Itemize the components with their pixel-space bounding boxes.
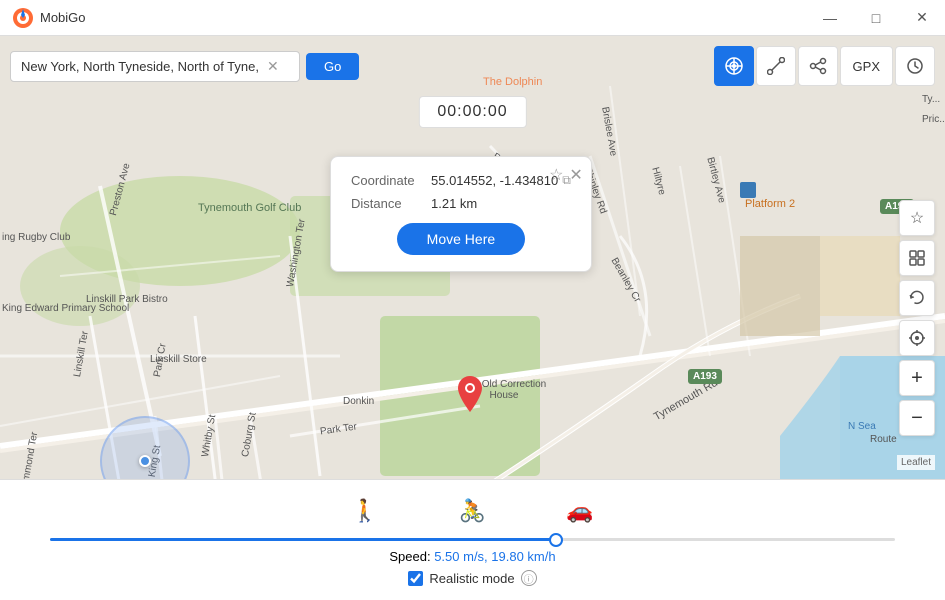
car-mode-button[interactable]: 🚗 [526, 494, 633, 528]
teleport-button[interactable] [714, 46, 754, 86]
maximize-button[interactable]: □ [853, 0, 899, 36]
realistic-mode-info-icon[interactable]: ⓘ [521, 570, 537, 586]
speed-label: Speed: [389, 549, 430, 564]
distance-row: Distance 1.21 km [351, 196, 571, 211]
a193-badge-1: A193 [688, 369, 722, 384]
star-control-button[interactable]: ☆ [899, 200, 935, 236]
popup-star-button[interactable]: ☆ [549, 165, 563, 185]
bike-mode-button[interactable]: 🚴 [419, 494, 526, 528]
realistic-mode-label: Realistic mode [429, 571, 514, 586]
layers-control-button[interactable] [899, 240, 935, 276]
map-pin[interactable] [458, 376, 482, 417]
search-box[interactable]: ✕ [10, 51, 300, 82]
close-button[interactable]: ✕ [899, 0, 945, 36]
coordinate-row: Coordinate 55.014552, -1.434810 ⧉ [351, 173, 571, 188]
leaflet-attribution: Leaflet [897, 455, 935, 470]
move-here-button[interactable]: Move Here [397, 223, 525, 255]
app-title: MobiGo [40, 10, 86, 25]
timer-display: 00:00:00 [418, 96, 526, 128]
popup-header: ☆ ✕ [549, 165, 583, 185]
speed-value: 5.50 m/s, 19.80 km/h [434, 549, 555, 564]
right-controls: ☆ + − [899, 200, 935, 436]
search-input[interactable] [21, 59, 261, 74]
clear-search-button[interactable]: ✕ [267, 58, 279, 75]
history-icon [906, 57, 924, 75]
title-bar: MobiGo — □ ✕ [0, 0, 945, 36]
history-button[interactable] [895, 46, 935, 86]
map-area: The Dolphin The Old CorrectionHouse Plat… [0, 36, 945, 600]
minimize-button[interactable]: — [807, 0, 853, 36]
reset-control-button[interactable] [899, 280, 935, 316]
pin-icon [458, 376, 482, 412]
coordinate-label: Coordinate [351, 173, 431, 188]
coordinate-popup: ☆ ✕ Coordinate 55.014552, -1.434810 ⧉ Di… [330, 156, 592, 272]
zoom-in-button[interactable]: + [899, 360, 935, 396]
teleport-icon [724, 56, 744, 76]
go-button[interactable]: Go [306, 53, 359, 80]
speed-display: Speed: 5.50 m/s, 19.80 km/h [20, 549, 925, 564]
layers-icon [908, 249, 926, 267]
speed-slider-row [20, 538, 925, 541]
toolbar-right: GPX [714, 46, 935, 86]
gpx-button[interactable]: GPX [840, 46, 893, 86]
location-dot [139, 455, 151, 467]
coordinate-value: 55.014552, -1.434810 [431, 173, 558, 188]
locate-icon [908, 329, 926, 347]
route-button[interactable] [756, 46, 796, 86]
share-icon [809, 57, 827, 75]
share-button[interactable] [798, 46, 838, 86]
transport-mode-row: 🚶 🚴 🚗 [20, 494, 925, 528]
reset-icon [908, 289, 926, 307]
locate-control-button[interactable] [899, 320, 935, 356]
walk-mode-button[interactable]: 🚶 [311, 494, 418, 528]
app-logo-icon [12, 7, 34, 29]
distance-label: Distance [351, 196, 431, 211]
speed-slider[interactable] [50, 538, 895, 541]
top-toolbar: ✕ Go [0, 46, 945, 86]
route-icon [767, 57, 785, 75]
window-controls: — □ ✕ [807, 0, 945, 36]
zoom-out-button[interactable]: − [899, 400, 935, 436]
distance-value: 1.21 km [431, 196, 477, 211]
app-logo: MobiGo [0, 7, 98, 29]
bottom-panel: 🚶 🚴 🚗 Speed: 5.50 m/s, 19.80 km/h Realis… [0, 479, 945, 600]
realistic-mode-checkbox[interactable] [408, 571, 423, 586]
realistic-mode-row: Realistic mode ⓘ [20, 570, 925, 586]
popup-close-button[interactable]: ✕ [569, 165, 582, 185]
